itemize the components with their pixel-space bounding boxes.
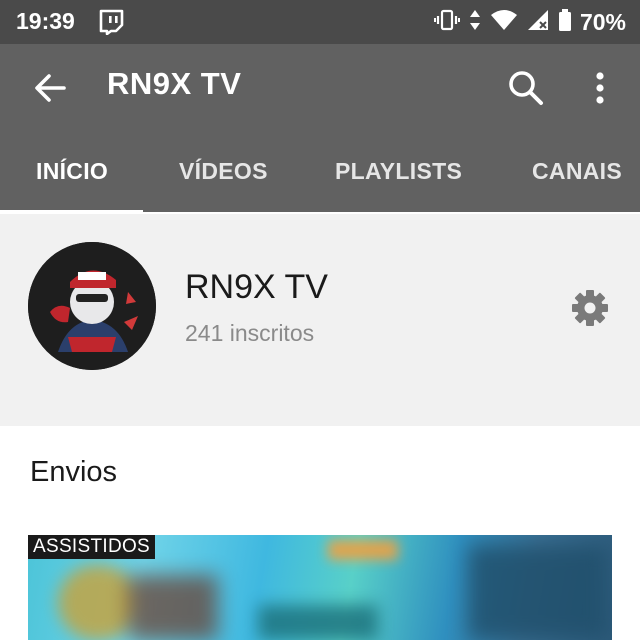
watched-badge: ASSISTIDOS — [28, 535, 156, 559]
avatar[interactable] — [28, 242, 156, 370]
tab-canais[interactable]: CANAIS — [532, 158, 622, 185]
page-title: RN9X TV — [107, 66, 242, 101]
data-arrows-icon — [468, 8, 482, 37]
thumbnail-content — [468, 545, 608, 640]
more-vert-icon[interactable] — [588, 68, 612, 113]
gear-icon[interactable] — [570, 288, 610, 333]
thumbnail-content — [328, 540, 398, 560]
back-arrow-icon[interactable] — [30, 68, 70, 113]
section-title-uploads: Envios — [30, 456, 118, 488]
search-icon[interactable] — [506, 68, 546, 113]
status-icons: 70% — [433, 8, 626, 37]
channel-header: RN9X TV 241 inscritos — [0, 214, 640, 426]
thumbnail-content — [258, 605, 378, 640]
battery-icon — [558, 8, 572, 37]
tab-videos[interactable]: VÍDEOS — [179, 158, 268, 185]
tab-bar: INÍCIO VÍDEOS PLAYLISTS CANAIS — [0, 132, 640, 212]
signal-icon — [526, 8, 550, 37]
tab-playlists[interactable]: PLAYLISTS — [335, 158, 462, 185]
tab-inicio[interactable]: INÍCIO — [36, 158, 108, 185]
status-time: 19:39 — [16, 8, 75, 34]
subscriber-count: 241 inscritos — [185, 320, 315, 346]
twitch-icon — [98, 9, 124, 40]
thumbnail-content — [58, 565, 138, 640]
status-bar: 19:39 70% — [0, 0, 640, 44]
thumbnail-content — [128, 575, 218, 640]
wifi-icon — [490, 8, 518, 37]
app-bar: RN9X TV — [0, 44, 640, 132]
battery-percent: 70% — [579, 9, 626, 35]
channel-name: RN9X TV — [185, 268, 328, 306]
vibrate-icon — [433, 8, 460, 37]
